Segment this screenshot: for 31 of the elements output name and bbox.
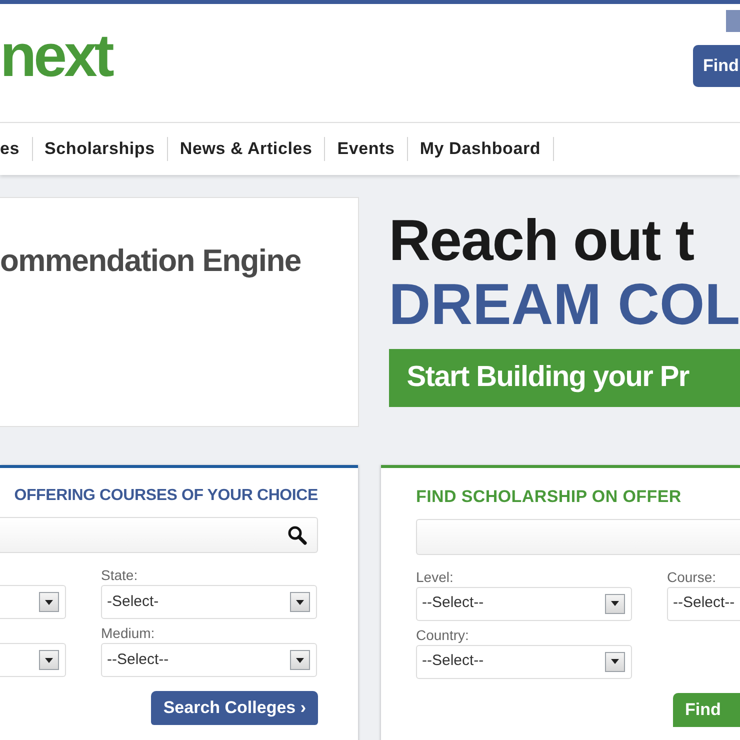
search-colleges-button[interactable]: Search Colleges › bbox=[151, 691, 318, 725]
field-label: Course: bbox=[667, 568, 718, 584]
field-label: Country: bbox=[416, 626, 470, 642]
select-field[interactable]: -Select- bbox=[101, 585, 317, 619]
select-field[interactable] bbox=[0, 643, 66, 677]
nav-link[interactable]: News & Articles bbox=[168, 136, 324, 162]
select-field[interactable]: --Select-- bbox=[416, 586, 632, 620]
find-scholarship-button[interactable]: Find bbox=[673, 692, 740, 726]
banner-headline: DREAM COL bbox=[388, 273, 740, 337]
select-field[interactable] bbox=[0, 585, 66, 619]
nav-link[interactable]: My Dashboard bbox=[408, 136, 553, 162]
banner-headline: Reach out t bbox=[388, 209, 695, 273]
select-field[interactable]: --Select-- bbox=[667, 586, 740, 620]
square-icon[interactable] bbox=[726, 10, 740, 32]
search-field[interactable] bbox=[0, 517, 318, 553]
nav-link[interactable]: es bbox=[0, 136, 32, 162]
select-field[interactable]: --Select-- bbox=[101, 643, 317, 677]
field-label: Medium: bbox=[101, 624, 156, 640]
card-title: OFFERING COURSES OF YOUR CHOICE bbox=[14, 486, 318, 506]
scholarship-search-field[interactable] bbox=[416, 518, 740, 554]
card-title: FIND SCHOLARSHIP ON OFFER bbox=[416, 486, 682, 508]
start-building-button[interactable]: Start Building your Pr bbox=[388, 349, 740, 407]
logo[interactable]: next bbox=[0, 26, 112, 86]
search-icon bbox=[287, 525, 307, 545]
find-button[interactable]: Find bbox=[693, 45, 740, 87]
nav-link[interactable]: Events bbox=[325, 136, 407, 162]
field-label: Level: bbox=[416, 568, 454, 584]
banner-title: ommendation Engine bbox=[0, 242, 302, 280]
field-label: State: bbox=[101, 566, 139, 582]
select-field[interactable]: --Select-- bbox=[416, 644, 632, 678]
nav-link[interactable]: Scholarships bbox=[32, 136, 167, 162]
